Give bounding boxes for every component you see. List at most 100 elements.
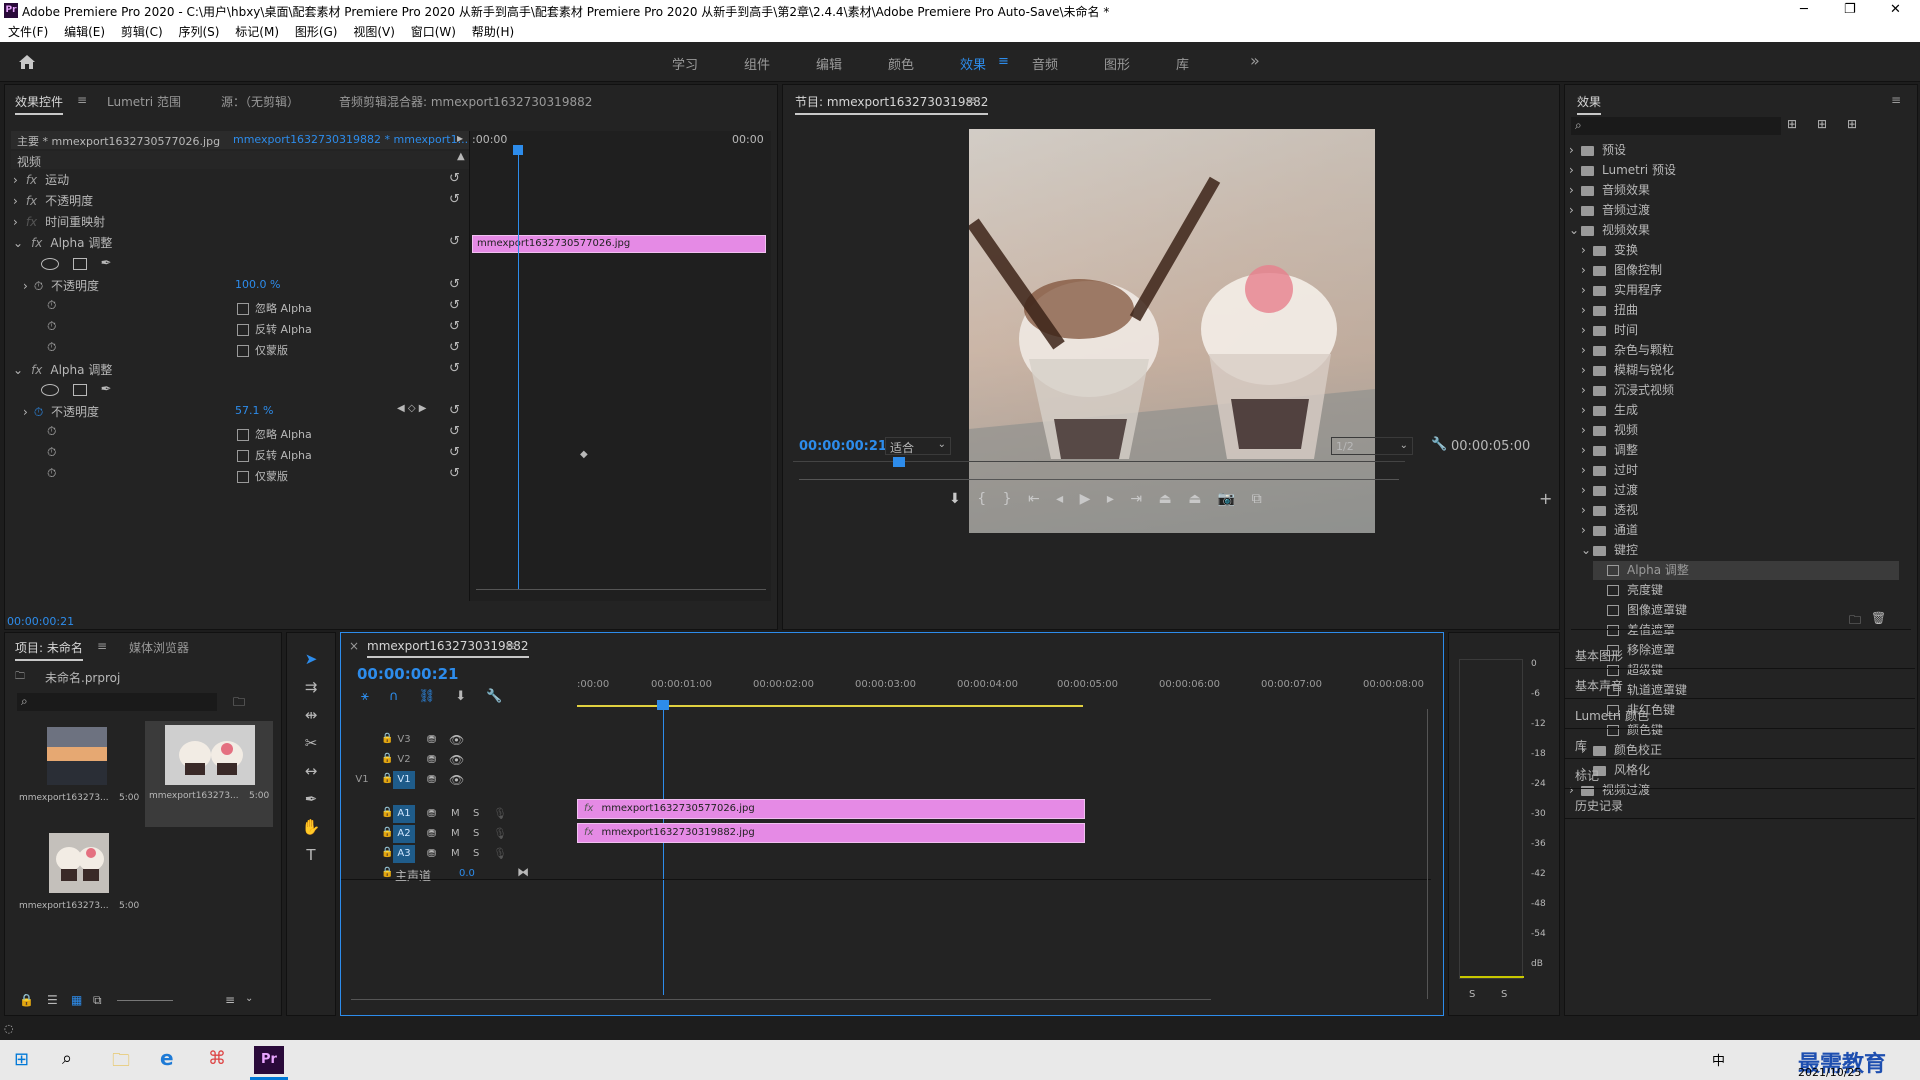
- mute-button[interactable]: M: [451, 808, 460, 819]
- collapse-icon[interactable]: ⌄: [13, 363, 23, 377]
- effects-menu-icon[interactable]: ≡: [1891, 93, 1901, 107]
- eye-icon[interactable]: 👁: [449, 753, 464, 767]
- stopwatch-icon[interactable]: ⏱: [47, 319, 56, 334]
- track-target[interactable]: A3: [393, 845, 415, 863]
- project-search-input[interactable]: ⌕: [17, 693, 217, 711]
- lock-track-icon[interactable]: 🔒: [381, 753, 393, 764]
- effects-search-input[interactable]: ⌕: [1571, 117, 1781, 135]
- effect-folder[interactable]: › 模糊与锐化: [1581, 361, 1899, 380]
- lock-track-icon[interactable]: 🔒: [381, 827, 393, 838]
- lock-track-icon[interactable]: 🔒: [381, 733, 393, 744]
- wrench-icon[interactable]: 🔧: [1431, 437, 1447, 452]
- stopwatch-icon[interactable]: ⏱: [47, 445, 56, 460]
- program-scrollbar[interactable]: [799, 479, 1399, 480]
- icon-view-icon[interactable]: ▦: [71, 993, 82, 1007]
- effect-mini-timeline[interactable]: :00:00 00:00 mmexport1632730577026.jpg ◆: [469, 131, 771, 601]
- effect-folder[interactable]: › 实用程序: [1581, 281, 1899, 300]
- menu-sequence[interactable]: 序列(S): [178, 22, 219, 42]
- tab-lumetri-scopes[interactable]: Lumetri 范围: [107, 93, 181, 110]
- 32bit-effects-icon[interactable]: ⊞: [1817, 117, 1827, 131]
- expand-icon[interactable]: ›: [13, 173, 18, 187]
- tab-source[interactable]: 源：（无剪辑）: [221, 93, 299, 110]
- track-target[interactable]: V3: [393, 731, 415, 749]
- menu-view[interactable]: 视图(V): [353, 22, 395, 42]
- effect-folder[interactable]: › 沉浸式视频: [1581, 381, 1899, 400]
- effect-item[interactable]: 亮度键: [1593, 581, 1899, 600]
- invert-alpha-checkbox[interactable]: [237, 324, 249, 336]
- track-target[interactable]: V2: [393, 751, 415, 769]
- ellipse-mask-icon[interactable]: [41, 383, 59, 396]
- lock-track-icon[interactable]: 🔒: [381, 807, 393, 818]
- expand-icon[interactable]: ›: [1581, 461, 1593, 480]
- workspace-assembly[interactable]: 组件: [744, 54, 770, 73]
- mute-button[interactable]: M: [451, 828, 460, 839]
- minimize-button[interactable]: ─: [1800, 2, 1808, 17]
- effect-folder[interactable]: › 透视: [1581, 501, 1899, 520]
- master-volume-value[interactable]: 0.0: [459, 868, 475, 879]
- program-title[interactable]: 节目: mmexport1632730319882: [795, 93, 989, 115]
- timeline-timecode[interactable]: 00:00:00:21: [357, 665, 459, 683]
- effects-panel-title[interactable]: 效果: [1577, 93, 1602, 115]
- type-tool-icon[interactable]: T: [299, 841, 323, 869]
- stopwatch-icon[interactable]: ⏱: [47, 424, 56, 439]
- reset-icon[interactable]: ↺: [449, 466, 460, 481]
- reset-icon[interactable]: ↺: [449, 277, 460, 292]
- home-icon[interactable]: [18, 54, 36, 70]
- clip-v1[interactable]: fx mmexport1632730319882.jpg: [577, 823, 1085, 843]
- goto-master-icon[interactable]: ⧓: [517, 865, 529, 879]
- reset-icon[interactable]: ↺: [449, 340, 460, 355]
- menu-graphics[interactable]: 图形(G): [295, 22, 338, 42]
- expand-icon[interactable]: ›: [1581, 241, 1593, 260]
- mark-in-icon[interactable]: {: [977, 491, 986, 507]
- section-history[interactable]: 历史记录: [1565, 789, 1915, 819]
- solo-left-button[interactable]: S: [1469, 989, 1475, 1000]
- reset-icon[interactable]: ↺: [449, 192, 460, 207]
- sync-lock-icon[interactable]: ⛃: [427, 827, 436, 840]
- slip-tool-icon[interactable]: ↔: [299, 757, 323, 785]
- section-lumetri-color[interactable]: Lumetri 颜色: [1565, 699, 1915, 729]
- prev-keyframe-icon[interactable]: ◀: [397, 403, 405, 414]
- master-clip-label[interactable]: 主要 * mmexport1632730577026.jpg: [17, 133, 220, 149]
- expand-icon[interactable]: ›: [1581, 441, 1593, 460]
- workspace-effects[interactable]: 效果: [960, 54, 986, 73]
- expand-icon[interactable]: ›: [23, 405, 28, 419]
- effect-folder[interactable]: › 过渡: [1581, 481, 1899, 500]
- section-essential-graphics[interactable]: 基本图形: [1565, 639, 1915, 669]
- fx-icon[interactable]: fx: [31, 236, 42, 250]
- reset-icon[interactable]: ↺: [449, 424, 460, 439]
- stopwatch-active-icon[interactable]: ⏱: [34, 405, 43, 419]
- ignore-alpha-checkbox[interactable]: [237, 303, 249, 315]
- section-libraries[interactable]: 库: [1565, 729, 1915, 759]
- effect-folder[interactable]: › 调整: [1581, 441, 1899, 460]
- reset-icon[interactable]: ↺: [449, 234, 460, 249]
- menu-help[interactable]: 帮助(H): [472, 22, 514, 42]
- premiere-taskbar-icon[interactable]: Pr: [254, 1046, 284, 1074]
- lift-icon[interactable]: ⏏: [1159, 491, 1172, 507]
- timeline-v-scrollbar[interactable]: [1427, 709, 1428, 999]
- ime-icon[interactable]: 中: [1712, 1050, 1725, 1069]
- microphone-icon[interactable]: 🎙: [493, 807, 507, 820]
- yuv-effects-icon[interactable]: ⊞: [1847, 117, 1857, 131]
- solo-button[interactable]: S: [473, 808, 479, 819]
- freeform-view-icon[interactable]: ⧉: [93, 993, 102, 1008]
- expand-icon[interactable]: ›: [1581, 421, 1593, 440]
- solo-button[interactable]: S: [473, 848, 479, 859]
- new-bin-icon[interactable]: 🗀: [233, 693, 245, 714]
- reset-icon[interactable]: ↺: [449, 403, 460, 418]
- menu-marker[interactable]: 标记(M): [235, 22, 279, 42]
- eye-icon[interactable]: 👁: [449, 773, 464, 787]
- zoom-slider[interactable]: [117, 1000, 173, 1001]
- expand-icon[interactable]: ›: [1581, 401, 1593, 420]
- play-only-clip-icon[interactable]: ▸: [457, 131, 463, 145]
- menu-edit[interactable]: 编辑(E): [64, 22, 105, 42]
- program-ruler[interactable]: [793, 461, 1405, 462]
- step-forward-icon[interactable]: ▸: [1107, 491, 1114, 507]
- new-bin-icon[interactable]: 🗀: [1849, 611, 1861, 632]
- go-to-in-icon[interactable]: ⇤: [1028, 491, 1040, 507]
- add-marker-icon[interactable]: ⬇: [949, 491, 961, 507]
- ellipse-mask-icon[interactable]: [41, 257, 59, 270]
- effect-folder[interactable]: › Lumetri 预设: [1569, 161, 1899, 180]
- timeline-playhead-handle[interactable]: [657, 700, 669, 710]
- close-sequence-icon[interactable]: ×: [349, 639, 359, 653]
- tab-audio-clip-mixer[interactable]: 音频剪辑混合器: mmexport1632730319882: [339, 93, 592, 110]
